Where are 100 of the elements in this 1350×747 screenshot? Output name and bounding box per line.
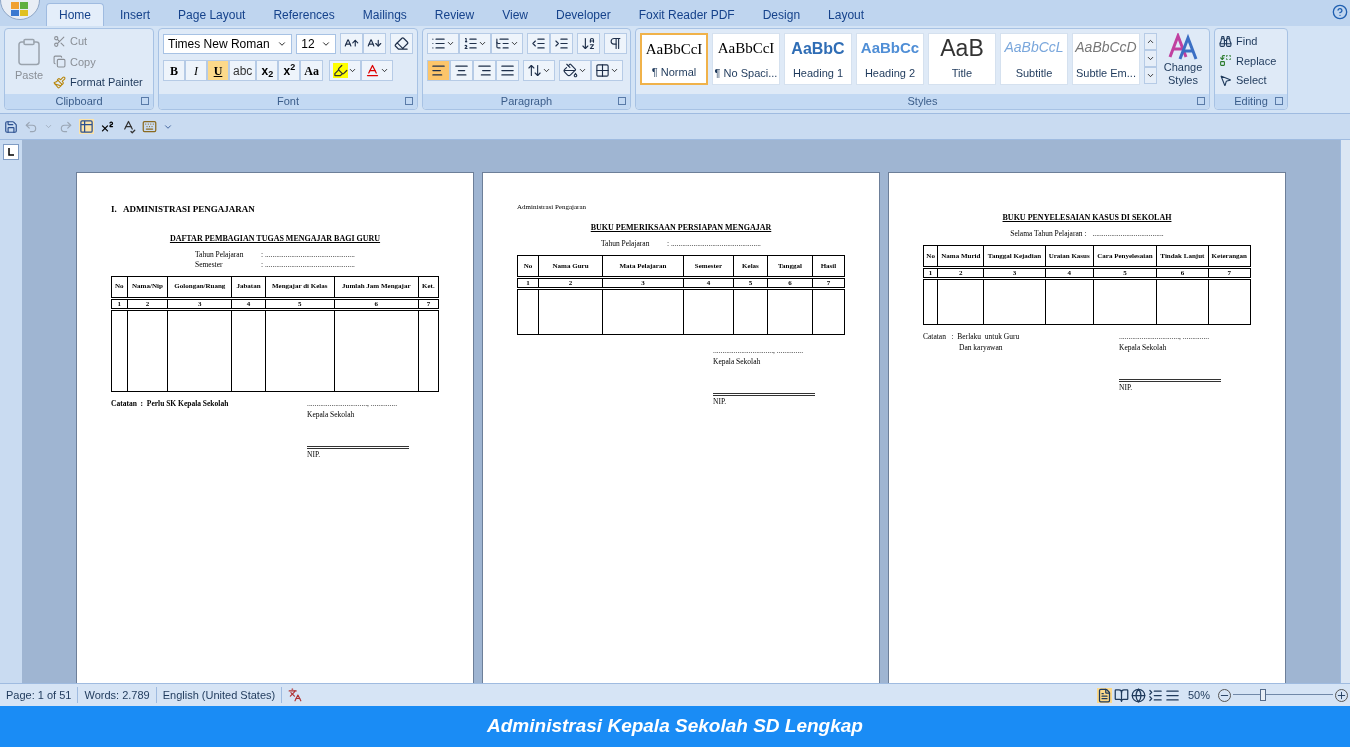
spelling-icon[interactable] [121,119,136,134]
font-color-button[interactable] [361,60,394,81]
format-button[interactable]: U [207,60,229,81]
bullets-button[interactable] [427,33,459,54]
sort-icon [581,36,596,51]
format-button[interactable]: x$_{2}$ [256,60,279,81]
ribbon-tab[interactable]: Mailings [350,3,419,26]
font-name-field[interactable]: Times New Roman [163,33,293,54]
ribbon-tab[interactable]: View [490,3,540,26]
style-tile[interactable]: AaBbC Heading 1 [784,33,852,85]
superscript-icon[interactable] [100,119,115,134]
font-color-icon [365,63,381,78]
dialog-launcher-icon[interactable] [1197,97,1205,105]
shrink-font-button[interactable] [363,33,386,54]
decrease-indent-button[interactable] [527,33,550,54]
grow-font-button[interactable] [340,33,363,54]
ribbon-tab[interactable]: Home [46,3,104,26]
format-painter-button[interactable]: Format Painter [53,74,143,91]
numbered-list-icon [463,36,478,51]
zoom-slider[interactable] [1233,689,1333,701]
caret-icon [610,66,619,75]
ribbon-tab[interactable]: Insert [108,3,163,26]
style-tile[interactable]: AaBbCc Heading 2 [856,33,924,85]
align-button[interactable] [473,60,496,81]
justify-icon [500,63,515,78]
group-label: Paragraph [500,96,553,107]
zoom-thumb[interactable] [1260,689,1266,701]
ribbon-tab[interactable]: Layout [816,3,877,26]
style-tile[interactable]: AaBbCcI ¶ Normal [640,33,708,85]
show-formatting-button[interactable] [604,33,627,54]
highlight-button[interactable] [329,60,362,81]
more-button[interactable] [1144,67,1157,84]
zoom-level[interactable]: 50% [1179,686,1218,704]
letters-a-icon [1168,33,1198,61]
dialog-launcher-icon[interactable] [141,97,149,105]
scroll-down-button[interactable] [1144,50,1157,67]
dialog-launcher-icon[interactable] [1275,97,1283,105]
bullet-list-icon [431,36,446,51]
page-count[interactable]: Page: 1 of 51 [0,686,79,704]
word-count[interactable]: Words: 2.789 [78,686,157,704]
ribbon-tab[interactable]: Design [750,3,813,26]
ribbon-tab[interactable]: Foxit Reader PDF [626,3,747,26]
highlighter-icon [333,63,349,78]
align-button[interactable] [496,60,519,81]
increase-indent-button[interactable] [550,33,573,54]
vertical-scrollbar[interactable] [1340,140,1350,683]
caret-icon [348,66,358,75]
decrease-indent-icon [531,36,546,51]
align-button[interactable] [450,60,473,81]
outline-icon[interactable] [1147,687,1163,703]
format-button[interactable]: Aa [300,60,324,81]
format-button[interactable]: I [185,60,207,81]
dialog-launcher-icon[interactable] [405,97,413,105]
format-button[interactable]: abc [229,60,257,81]
ribbon-tab[interactable]: Review [422,3,487,26]
draft-icon[interactable] [1164,687,1180,703]
find-button[interactable]: Find [1219,33,1283,50]
borders-button[interactable] [591,60,623,81]
style-tile[interactable]: AaB Title [928,33,996,85]
numbering-button[interactable] [459,33,491,54]
format-button[interactable]: x$^{2}$ [278,60,301,81]
multilevel-list-button[interactable] [491,33,523,54]
ribbon-tab[interactable]: Developer [543,3,623,26]
reading-layout-icon[interactable] [1113,687,1129,703]
line-spacing-button[interactable] [523,60,555,81]
shading-button[interactable] [559,60,591,81]
group-label: Styles [907,96,938,107]
replace-button[interactable]: Replace [1219,52,1283,69]
help-icon[interactable] [1332,4,1348,20]
style-tile[interactable]: AaBbCcD Subtle Em... [1072,33,1140,85]
proofing-icon[interactable] [288,688,303,702]
sort-button[interactable] [577,33,600,54]
scissors-icon [53,34,66,48]
style-tile[interactable]: AaBbCcL Subtitle [1000,33,1068,85]
table-icon[interactable] [79,119,94,134]
section-heading: I. ADMINISTRASI PENGAJARAN [111,203,256,216]
change-styles-button[interactable]: Change Styles [1161,33,1205,87]
keyboard-icon[interactable] [142,119,157,134]
line-spacing-icon [527,63,542,78]
format-button[interactable]: B [163,60,185,81]
caret-icon [510,39,519,48]
web-layout-icon[interactable] [1130,687,1146,703]
ribbon-tab[interactable]: References [261,3,347,26]
select-button[interactable]: Select [1219,72,1283,89]
tab-stop-icon[interactable] [3,144,19,160]
paintbrush-icon [53,75,66,89]
clear-formatting-button[interactable] [390,33,413,54]
print-layout-icon[interactable] [1096,687,1112,703]
font-size-field[interactable]: 12 [296,33,336,54]
dialog-launcher-icon[interactable] [618,97,626,105]
group-label: Font [277,96,299,107]
style-tile[interactable]: AaBbCcI ¶ No Spaci... [712,33,780,85]
ribbon-tab[interactable]: Page Layout [166,3,258,26]
save-icon[interactable] [4,119,18,134]
caption-text: Administrasi Kepala Sekolah SD Lengkap [487,714,863,739]
group-label: Editing [1234,96,1268,107]
language-indicator[interactable]: English (United States) [156,686,283,704]
pilcrow-icon [608,36,623,51]
multilevel-list-icon [495,36,510,51]
chevron-up-icon [1146,37,1155,46]
